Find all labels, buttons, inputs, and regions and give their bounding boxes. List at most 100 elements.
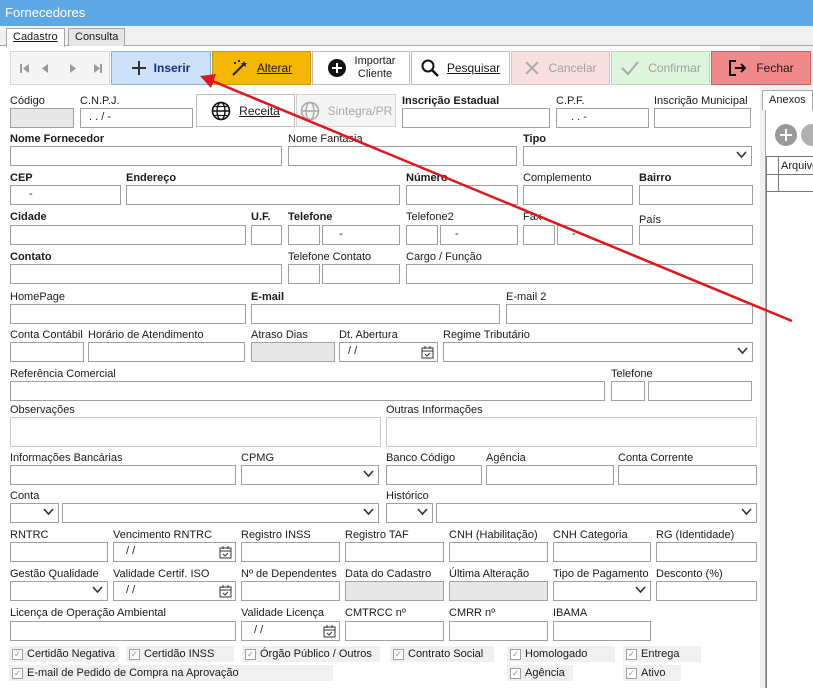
conta-contabil-field[interactable] (10, 342, 84, 362)
orgao-publico-checkbox[interactable]: ✓ Órgão Público / Outros (242, 646, 380, 662)
cancel-button[interactable]: Cancelar (511, 51, 610, 85)
agencia-checkbox[interactable]: ✓ Agência (507, 665, 573, 681)
referencia-comercial-field[interactable] (10, 381, 605, 401)
cpmg-select[interactable] (241, 465, 379, 485)
certidao-negativa-checkbox[interactable]: ✓ Certidão Negativa (9, 646, 119, 662)
nome-fornecedor-field[interactable] (10, 146, 282, 166)
label-inscricao-municipal: Inscrição Municipal (654, 95, 748, 107)
confirm-button[interactable]: Confirmar (611, 51, 710, 85)
banco-codigo-field[interactable] (386, 465, 482, 485)
nome-fantasia-field[interactable] (288, 146, 517, 166)
ativo-checkbox[interactable]: ✓ Ativo (623, 665, 681, 681)
tab-consulta[interactable]: Consulta (68, 28, 126, 47)
tab-anexos[interactable]: Anexos (762, 90, 813, 110)
homologado-checkbox[interactable]: ✓ Homologado (507, 646, 615, 662)
regime-tributario-select[interactable] (443, 342, 753, 362)
add-attachment-icon[interactable] (775, 124, 797, 146)
pais-field[interactable] (639, 225, 753, 245)
gestao-qualidade-select[interactable] (10, 581, 108, 601)
ultima-alteracao-field[interactable] (449, 581, 548, 601)
close-button[interactable]: Fechar (711, 51, 811, 85)
insert-button[interactable]: Inserir (111, 51, 211, 85)
receita-button[interactable]: Receita (196, 94, 295, 127)
label-email2: E-mail 2 (506, 291, 547, 303)
tipo-pagamento-select[interactable] (553, 581, 651, 601)
email-field[interactable] (251, 304, 500, 324)
search-button[interactable]: Pesquisar (411, 51, 510, 85)
inscricao-municipal-field[interactable] (654, 108, 751, 128)
telefone2-ddd-field[interactable] (406, 225, 438, 245)
cpf-field[interactable]: . . - (556, 108, 649, 128)
tipo-select[interactable] (523, 146, 752, 166)
cnpj-field[interactable]: . . / - (80, 108, 193, 128)
cmrr-field[interactable] (449, 621, 548, 641)
ibama-field[interactable] (553, 621, 651, 641)
conta-code-select[interactable] (10, 503, 59, 523)
import-client-button[interactable]: Importar Cliente (312, 51, 410, 85)
dt-abertura-field[interactable]: / / (339, 342, 438, 362)
email-pedido-checkbox[interactable]: ✓ E-mail de Pedido de Compra na Aprovação (9, 665, 333, 681)
contrato-social-checkbox[interactable]: ✓ Contrato Social (390, 646, 494, 662)
cmtrcc-field[interactable] (345, 621, 444, 641)
email2-field[interactable] (506, 304, 753, 324)
desconto-field[interactable] (656, 581, 757, 601)
historico-select[interactable] (436, 503, 757, 523)
telefone2-field[interactable]: - (440, 225, 518, 245)
agencia-field[interactable] (486, 465, 614, 485)
homepage-field[interactable] (10, 304, 246, 324)
bairro-field[interactable] (639, 185, 753, 205)
validade-iso-field[interactable]: / / (113, 581, 236, 601)
registro-inss-field[interactable] (241, 542, 340, 562)
telefone-contato-ddd-field[interactable] (288, 264, 320, 284)
fax-field[interactable]: - (557, 225, 633, 245)
uf-field[interactable] (251, 225, 282, 245)
observacoes-field[interactable] (10, 417, 381, 447)
contato-field[interactable] (10, 264, 282, 284)
label-registro-taf: Registro TAF (345, 529, 409, 541)
rg-field[interactable] (656, 542, 757, 562)
label-banco-codigo: Banco Código (386, 452, 456, 464)
telefone-field[interactable]: - (322, 225, 400, 245)
conta-corrente-field[interactable] (618, 465, 757, 485)
edit-button[interactable]: Alterar (212, 51, 311, 85)
conta-select[interactable] (62, 503, 379, 523)
data-cadastro-field[interactable] (345, 581, 444, 601)
telefone-referencia-ddd-field[interactable] (611, 381, 645, 401)
dependentes-field[interactable] (241, 581, 340, 601)
telefone-ddd-field[interactable] (288, 225, 320, 245)
search-icon (421, 59, 439, 77)
cnh-categoria-field[interactable] (553, 542, 651, 562)
complemento-field[interactable] (523, 185, 633, 205)
informacoes-bancarias-field[interactable] (10, 465, 236, 485)
cnh-field[interactable] (449, 542, 548, 562)
inscricao-estadual-field[interactable] (402, 108, 550, 128)
cargo-field[interactable] (406, 264, 753, 284)
grid-border (766, 174, 813, 175)
check-icon: ✓ (12, 648, 23, 660)
sintegra-button[interactable]: Sintegra/PR (296, 94, 396, 127)
entrega-checkbox[interactable]: ✓ Entrega (623, 646, 701, 662)
telefone-contato-field[interactable] (322, 264, 400, 284)
atraso-dias-field[interactable] (251, 342, 335, 362)
rntrc-field[interactable] (10, 542, 108, 562)
certidao-inss-checkbox[interactable]: ✓ Certidão INSS (126, 646, 234, 662)
cep-field[interactable]: - (10, 185, 121, 205)
licenca-ambiental-field[interactable] (10, 621, 236, 641)
cidade-field[interactable] (10, 225, 246, 245)
tab-cadastro[interactable]: Cadastro (6, 28, 65, 47)
label-cmtrcc: CMTRCC nº (345, 607, 406, 619)
chevron-down-icon (363, 470, 374, 478)
horario-field[interactable] (88, 342, 245, 362)
validade-licenca-field[interactable]: / / (241, 621, 340, 641)
label-nome-fantasia: Nome Fantasia (288, 133, 363, 145)
codigo-field[interactable] (10, 108, 74, 128)
outras-informacoes-field[interactable] (386, 417, 757, 447)
numero-field[interactable] (406, 185, 518, 205)
fax-ddd-field[interactable] (523, 225, 555, 245)
registro-taf-field[interactable] (345, 542, 444, 562)
telefone-referencia-field[interactable] (648, 381, 752, 401)
vencimento-rntrc-field[interactable]: / / (113, 542, 236, 562)
historico-code-select[interactable] (386, 503, 433, 523)
endereco-field[interactable] (126, 185, 400, 205)
label-numero: Número (406, 172, 448, 184)
